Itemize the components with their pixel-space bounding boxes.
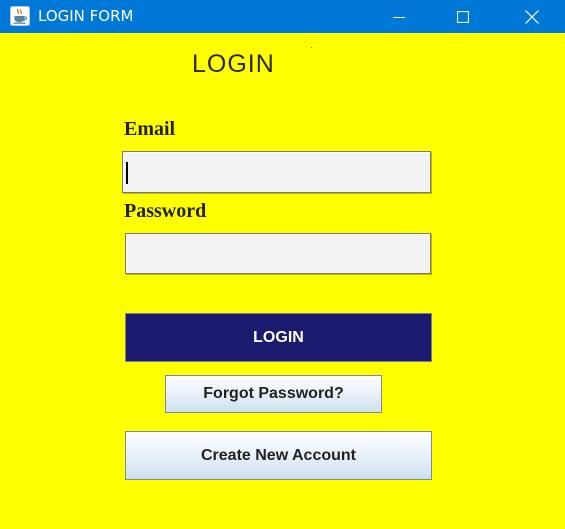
email-field[interactable]: [122, 151, 431, 193]
create-account-button[interactable]: Create New Account: [125, 431, 432, 480]
minimize-button[interactable]: [376, 0, 422, 33]
password-field[interactable]: [125, 233, 431, 274]
title-bar[interactable]: LOGIN FORM: [0, 0, 565, 33]
form-heading: LOGIN: [192, 50, 275, 78]
artifact-dot: [311, 47, 312, 48]
window-title: LOGIN FORM: [38, 7, 134, 25]
email-label: Email: [124, 118, 176, 140]
forgot-password-button[interactable]: Forgot Password?: [165, 375, 382, 413]
close-icon: [525, 9, 539, 24]
maximize-icon: [457, 10, 469, 23]
minimize-icon: [393, 16, 405, 18]
close-button[interactable]: [509, 0, 555, 33]
login-window: LOGIN FORM LOGIN Email Password LOGIN Fo…: [0, 0, 565, 529]
java-cup-icon[interactable]: [10, 6, 30, 26]
password-label: Password: [124, 200, 207, 222]
text-caret: [126, 162, 128, 184]
maximize-button[interactable]: [440, 0, 486, 33]
login-button[interactable]: LOGIN: [125, 313, 432, 362]
